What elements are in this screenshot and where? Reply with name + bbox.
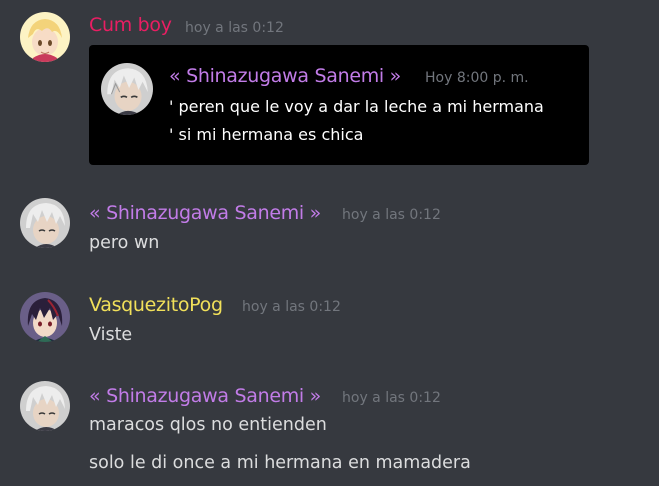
- dark-haired-anime-avatar: [20, 292, 70, 342]
- message-group: « Shinazugawa Sanemi » hoy a las 0:12 pe…: [0, 198, 659, 268]
- message-text: maracos qlos no entienden: [89, 415, 327, 435]
- message-author[interactable]: « Shinazugawa Sanemi »: [89, 202, 321, 224]
- white-haired-anime-avatar: [20, 198, 70, 248]
- message-timestamp: hoy a las 0:12: [242, 299, 341, 315]
- message-author[interactable]: Cum boy: [89, 14, 172, 36]
- user-avatar[interactable]: [20, 12, 70, 62]
- user-avatar[interactable]: [20, 198, 70, 248]
- message-group: Cum boy hoy a las 0:12 « Shinazugawa San…: [0, 0, 659, 180]
- message-timestamp: hoy a las 0:12: [342, 207, 441, 223]
- quoted-line: ' si mi hermana es chica: [169, 125, 364, 144]
- message-group: « Shinazugawa Sanemi » hoy a las 0:12 ma…: [0, 381, 659, 486]
- message-text: Viste: [89, 325, 133, 345]
- quoted-message-embed: « Shinazugawa Sanemi » Hoy 8:00 p. m. ' …: [89, 45, 589, 165]
- user-avatar[interactable]: [20, 381, 70, 431]
- message-group: VasquezitoPog hoy a las 0:12 Viste: [0, 290, 659, 360]
- white-haired-anime-avatar: [101, 63, 153, 115]
- message-text: solo le di once a mi hermana en mamadera: [89, 453, 471, 473]
- quoted-author-avatar[interactable]: [101, 63, 153, 115]
- quoted-timestamp: Hoy 8:00 p. m.: [425, 70, 529, 86]
- message-author[interactable]: « Shinazugawa Sanemi »: [89, 385, 321, 407]
- white-haired-anime-avatar: [20, 381, 70, 431]
- blonde-anime-boy-avatar: [20, 12, 70, 62]
- quoted-line: ' peren que le voy a dar la leche a mi h…: [169, 97, 544, 116]
- user-avatar[interactable]: [20, 292, 70, 342]
- message-text: pero wn: [89, 233, 160, 253]
- message-timestamp: hoy a las 0:12: [342, 390, 441, 406]
- chat-messages: Cum boy hoy a las 0:12 « Shinazugawa San…: [0, 0, 659, 486]
- quoted-author-name[interactable]: « Shinazugawa Sanemi »: [169, 65, 401, 87]
- message-timestamp: hoy a las 0:12: [185, 20, 284, 36]
- message-author[interactable]: VasquezitoPog: [89, 294, 223, 316]
